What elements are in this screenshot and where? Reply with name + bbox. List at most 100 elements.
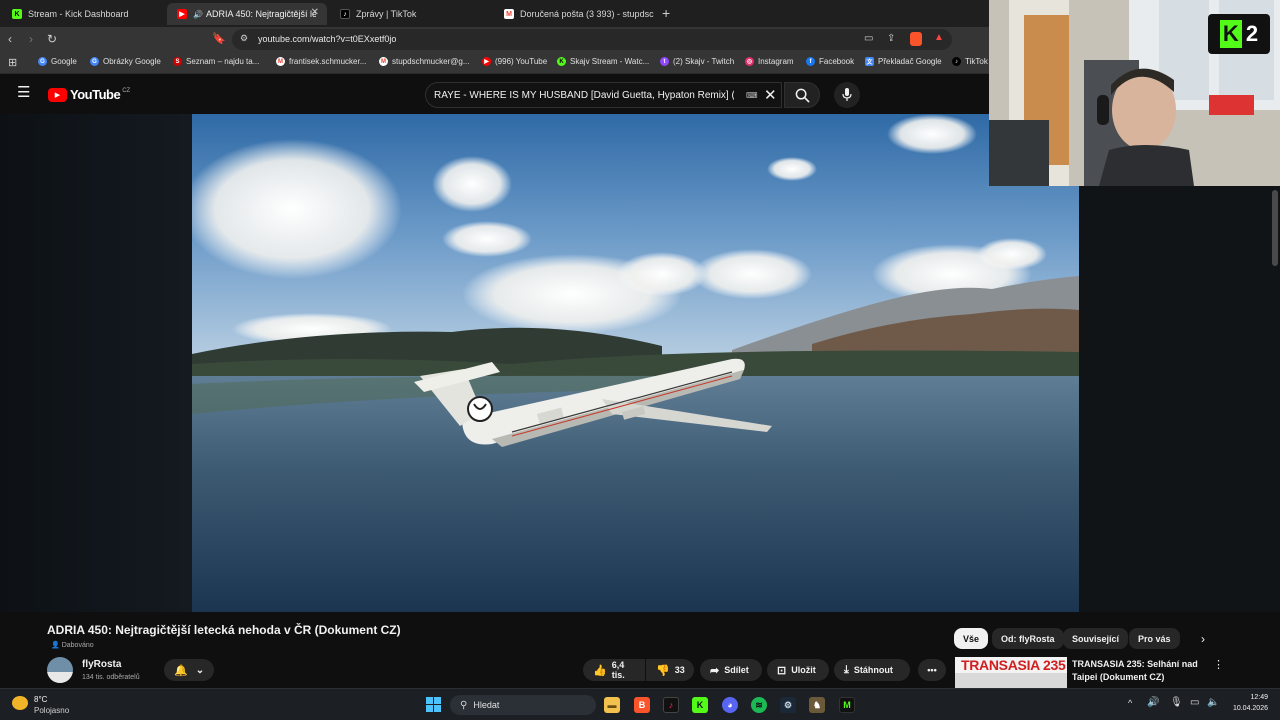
video-player[interactable] [192,114,1079,612]
brave-browser-icon[interactable]: B [634,697,650,713]
channel-avatar[interactable] [47,657,73,683]
brave-shield-icon[interactable] [910,32,922,46]
recommended-title[interactable]: TRANSASIA 235: Selhání nad Taipei (Dokum… [1072,658,1202,684]
search-icon [795,88,810,103]
google-icon: G [90,57,99,66]
translate-icon: 文 [865,57,874,66]
cast-icon[interactable]: ▭ [864,33,873,44]
chevron-down-icon: ⌄ [195,664,205,676]
network-icon[interactable]: ▭ [1190,697,1199,708]
spotify-icon[interactable]: ≋ [751,697,767,713]
dubbed-badge: 👤 Dabováno [51,641,94,650]
tab-label: ADRIA 450: Nejtragičtější leté [205,9,316,19]
bookmark-item[interactable]: ♪ TikTok [952,57,988,66]
clear-search-icon[interactable]: ✕ [764,86,777,104]
bookmark-item[interactable]: G Obrázky Google [90,57,161,66]
tab-youtube-video[interactable]: ▶ 🔊 ADRIA 450: Nejtragičtější leté ✕ [167,3,327,25]
tab-label: Zprávy | TikTok [356,9,417,19]
clock-time[interactable]: 12:49 [1228,694,1268,701]
kebab-menu-icon[interactable]: ⋮ [1213,658,1224,671]
kick-icon: K [557,57,566,66]
menu-icon[interactable]: ☰ [17,85,30,100]
search-button[interactable] [784,82,820,108]
speaker-icon: 🔊 [193,9,203,19]
youtube-logo[interactable]: ▶ YouTube CZ [48,87,130,102]
speaker-icon[interactable]: 🔈 [1207,697,1219,708]
dislike-button[interactable]: 👎 33 [646,659,694,681]
microphone-icon[interactable]: 🎙 [1170,697,1183,708]
gmail-icon: M [276,57,285,66]
gmail-icon: M [504,9,514,19]
bookmark-item[interactable]: ◎ Instagram [745,57,794,66]
steam-icon[interactable]: ⚙ [780,697,796,713]
show-hidden-icons[interactable]: ^ [1128,698,1132,708]
reload-icon[interactable]: ↻ [47,32,57,46]
bookmark-item[interactable]: Mstupdschmucker@g... [379,57,469,66]
bookmark-item[interactable]: G Google [38,57,77,66]
forward-icon[interactable]: › [29,32,33,46]
weather-desc[interactable]: Polojasno [34,706,69,715]
clock-date[interactable]: 10.04.2026 [1222,705,1268,712]
chip-all[interactable]: Vše [954,628,989,649]
bookmark-item[interactable]: S Seznam – najdu ta... [173,57,259,66]
back-icon[interactable]: ‹ [8,32,12,46]
google-icon: G [38,57,47,66]
chip-related[interactable]: Související [1063,628,1129,649]
brave-rewards-icon[interactable]: ▲ [934,32,944,43]
game-app-icon[interactable]: ♞ [809,697,825,713]
bell-icon: 🔔 [174,664,188,677]
bookmark-item[interactable]: Mfrantisek.schmucker... [276,57,366,66]
bookmark-item[interactable]: ▶ (996) YouTube [482,57,547,66]
bookmark-item[interactable]: f Facebook [806,57,854,66]
bookmark-item[interactable]: t (2) Skajv - Twitch [660,57,734,66]
windows-start-icon[interactable] [426,697,442,713]
kick-app-icon[interactable]: K [692,697,708,713]
recommended-thumbnail[interactable]: TRANSASIA 235 [955,657,1067,688]
kick-icon: K [1219,20,1242,48]
file-explorer-icon[interactable]: ▬ [604,697,620,713]
bookmark-icon[interactable]: 🔖 [212,32,226,46]
tab-tiktok[interactable]: ♪ Zprávy | TikTok [330,3,490,25]
taskbar-search-input[interactable]: ⚲ Hledat [450,695,596,715]
keyboard-icon[interactable]: ⌨ [746,91,758,100]
tiktok-icon: ♪ [952,57,961,66]
weather-temp[interactable]: 8°C [34,695,47,704]
bookmark-item[interactable]: K Skajv Stream - Watc... [557,57,649,66]
video-info-area: ADRIA 450: Nejtragičtější letecká nehoda… [0,612,1280,688]
tiktok-icon: ♪ [340,9,350,19]
download-button[interactable]: ⤓ Stáhnout [834,659,910,681]
apps-grid-icon[interactable]: ⊞ [8,56,17,69]
seznam-icon: S [173,57,182,66]
share-icon[interactable]: ⇪ [887,33,895,44]
discord-icon[interactable]: ◕ [722,697,738,713]
save-button[interactable]: ⊡ Uložit [767,659,829,681]
site-info-icon[interactable]: ⚙ [240,33,248,44]
scrollbar-thumb[interactable] [1272,190,1278,266]
chip-for-you[interactable]: Pro vás [1129,628,1180,649]
chip-from-channel[interactable]: Od: flyRosta [992,628,1064,649]
more-actions-button[interactable]: ••• [918,659,946,681]
bookmark-item[interactable]: 文 Překladač Google [865,57,942,66]
close-tab-icon[interactable]: ✕ [311,7,319,18]
thumbs-up-icon: 👍 [593,664,607,677]
volume-icon[interactable]: 🔊 [1147,697,1159,708]
search-input[interactable]: RAYE - WHERE IS MY HUSBAND [David Guetta… [425,82,782,108]
search-icon: ⚲ [460,699,468,711]
tab-kick-dashboard[interactable]: K Stream - Kick Dashboard [2,3,165,25]
subscriber-count: 134 tis. odběratelů [82,674,140,681]
share-button[interactable]: ➦ Sdílet [700,659,762,681]
address-bar[interactable]: ⚙ youtube.com/watch?v=t0EXxetf0jo ▭ ⇪ ▲ [232,29,952,50]
new-tab-icon[interactable]: + [662,5,670,21]
channel-name[interactable]: flyRosta [82,659,121,670]
subscribed-button[interactable]: 🔔 ⌄ [164,659,214,681]
like-button[interactable]: 👍 6,4 tis. [583,659,645,681]
tiktok-app-icon[interactable]: ♪ [663,697,679,713]
tab-label: Doručená pošta (3 393) - stupdschm [520,9,654,19]
tab-gmail[interactable]: M Doručená pošta (3 393) - stupdschm [494,3,654,25]
instagram-icon: ◎ [745,57,754,66]
voice-search-button[interactable] [834,82,860,108]
chevron-right-icon[interactable]: › [1201,632,1205,646]
url-text[interactable]: youtube.com/watch?v=t0EXxetf0jo [258,34,396,44]
kick-studio-icon[interactable]: M [839,697,855,713]
microphone-icon [842,88,852,101]
